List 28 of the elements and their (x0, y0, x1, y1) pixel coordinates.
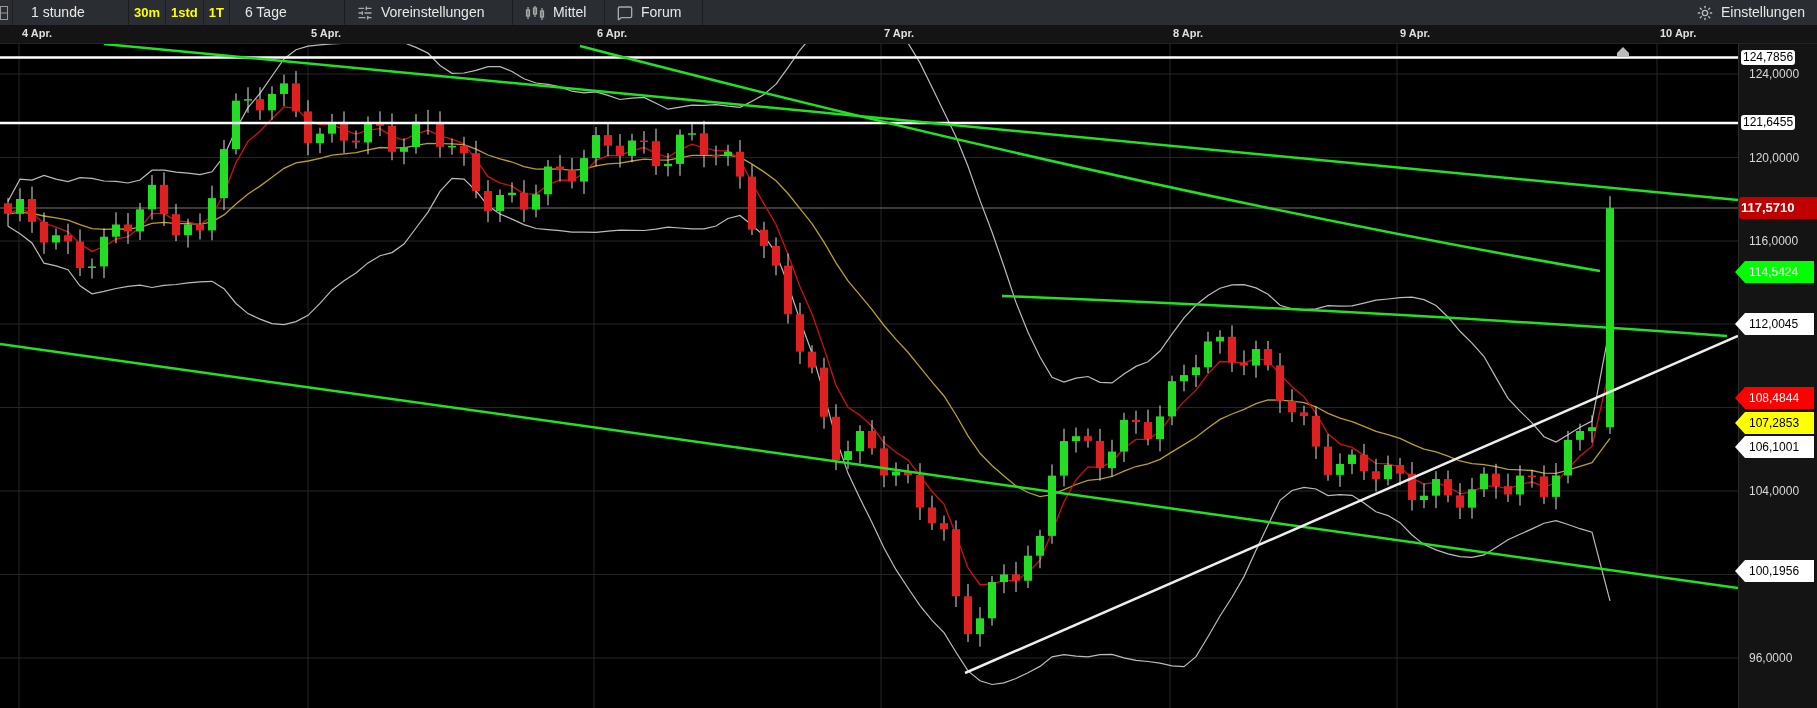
settings-icon (1696, 4, 1713, 21)
date-label: 4 Apr. (22, 28, 53, 39)
price-tick-label: 96,0000 (1749, 652, 1793, 664)
price-level-tag: 121,6455 (1741, 115, 1796, 130)
date-label: 7 Apr. (884, 28, 915, 39)
chat-icon (616, 4, 633, 21)
date-label: 9 Apr. (1400, 28, 1431, 39)
sliders-icon (356, 4, 373, 21)
indicator-value-tag: 106,1001 (1735, 436, 1814, 458)
date-label: 5 Apr. (311, 28, 342, 39)
indicator-value-tag: 112,0045 (1735, 313, 1814, 335)
price-level-tag: 124,7856 (1741, 49, 1796, 65)
price-tick-label: 124,0000 (1749, 68, 1800, 80)
indicator-value-tag: 108,4844 (1735, 387, 1814, 409)
settings-button[interactable]: Einstellungen (1684, 0, 1817, 25)
price-tick-label: 116,0000 (1749, 235, 1799, 247)
date-label: 10 Apr. (1660, 28, 1697, 39)
marker-icon[interactable] (1617, 47, 1629, 57)
price-tick-label: 104,0000 (1749, 485, 1800, 497)
candlestick-icon (524, 4, 545, 21)
last-price-tag: 117,5710 (1739, 197, 1817, 219)
date-label: 6 Apr. (597, 28, 628, 39)
price-tick-label: 120,0000 (1749, 151, 1800, 164)
date-label: 8 Apr. (1173, 28, 1204, 39)
indicator-value-tag: 114,5424 (1735, 261, 1814, 283)
indicator-value-tag: 107,2853 (1735, 412, 1814, 434)
indicator-value-tag: 100,1956 (1735, 560, 1814, 582)
grid-icon[interactable] (0, 5, 8, 20)
